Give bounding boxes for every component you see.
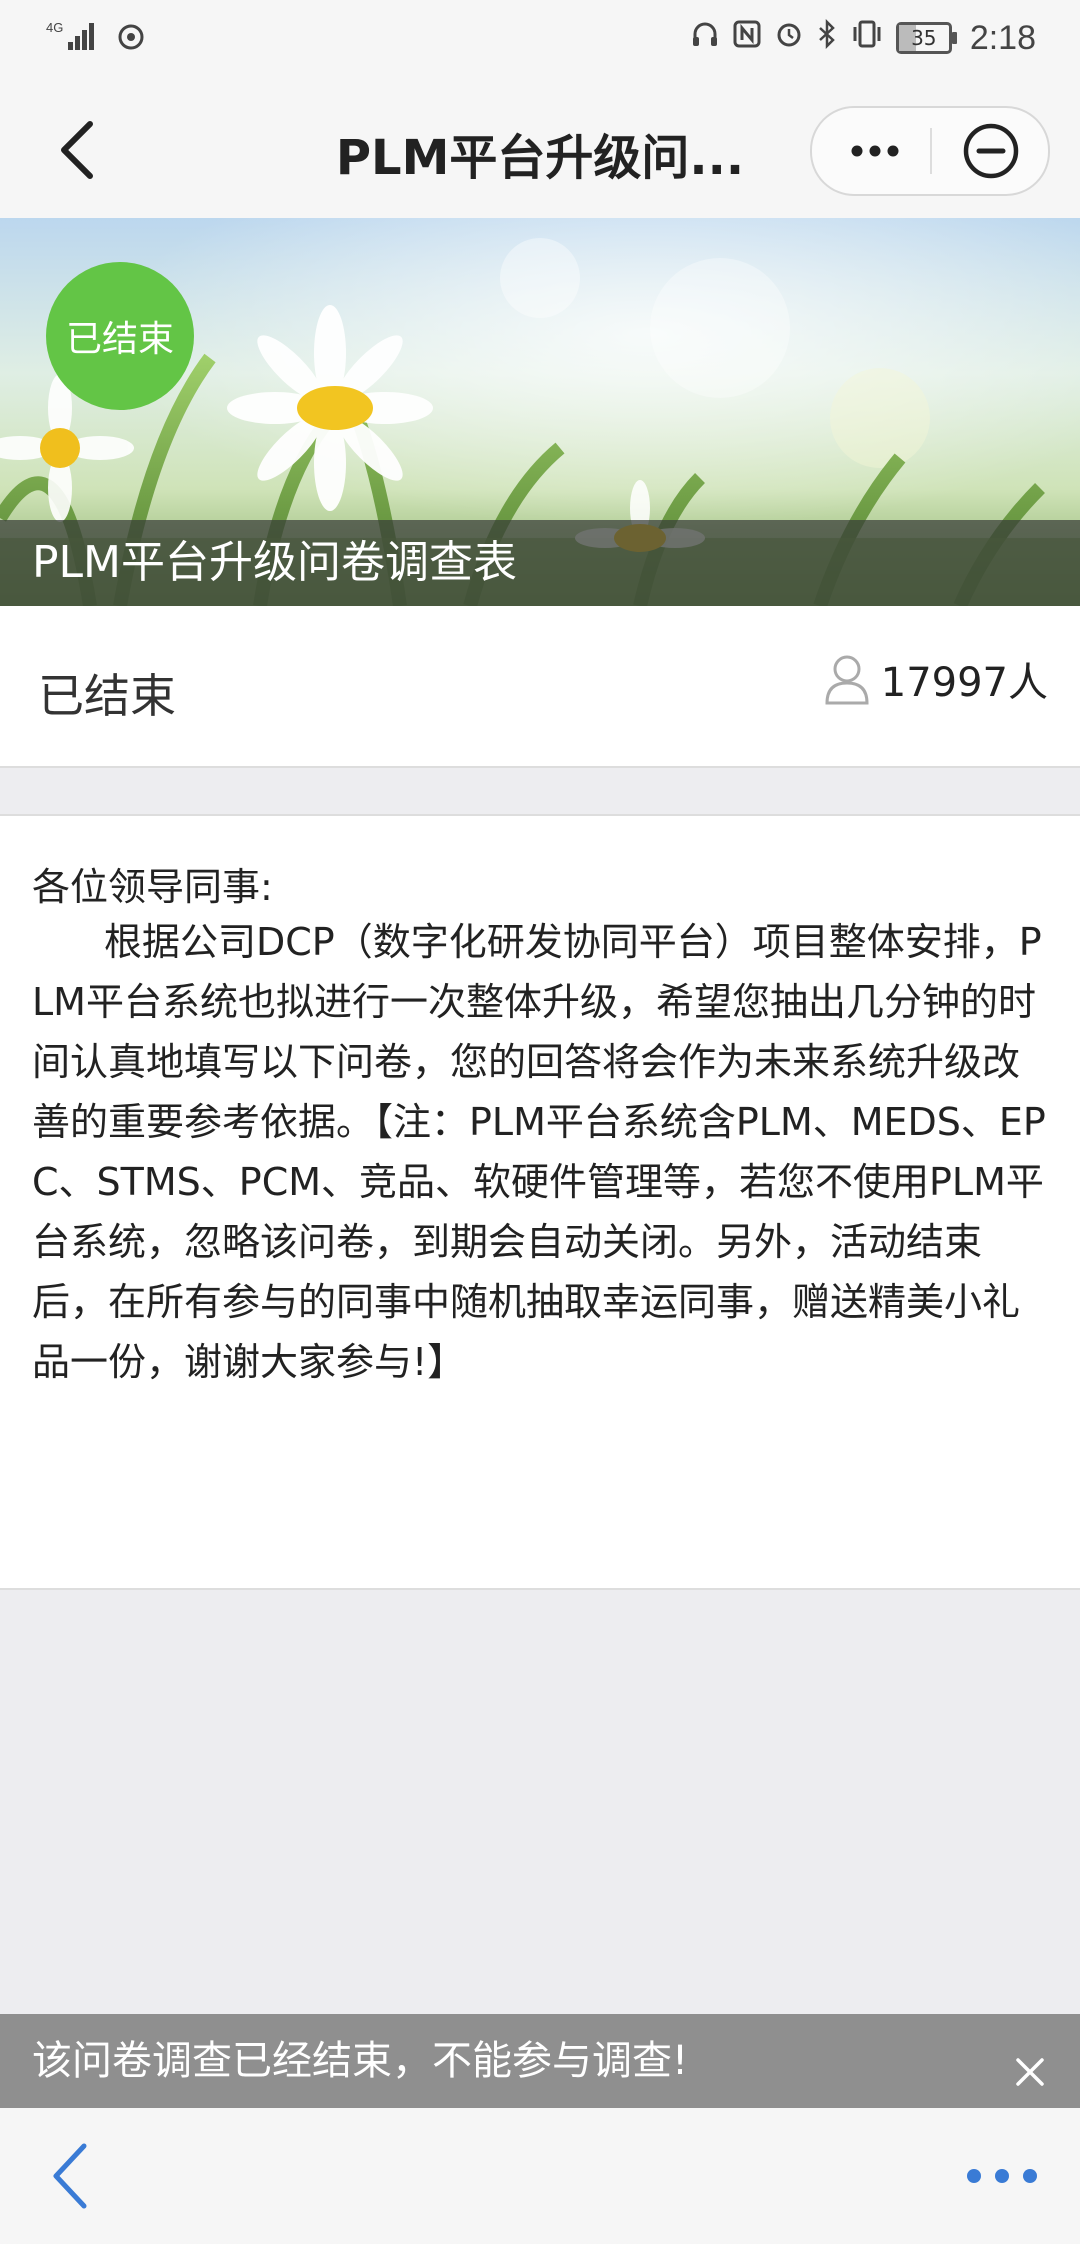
survey-ended-toast: 该问卷调查已经结束，不能参与调查! — [0, 2014, 1080, 2108]
more-dots-icon — [851, 145, 899, 157]
bottom-toolbar — [0, 2108, 1080, 2244]
bottom-more-button[interactable] — [960, 2158, 1044, 2194]
navigation-header: PLM平台升级问... — [0, 82, 1080, 219]
toast-close-button[interactable] — [1006, 2036, 1054, 2086]
minus-circle-icon — [963, 123, 1019, 179]
participant-count: 17997人 — [823, 650, 1048, 708]
close-icon — [1016, 2058, 1044, 2086]
close-mini-program-button[interactable] — [962, 122, 1020, 180]
headphones-icon — [690, 18, 720, 58]
chevron-left-icon — [61, 121, 93, 179]
page-title: PLM平台升级问... — [335, 130, 745, 186]
more-dots-icon — [967, 2169, 1037, 2183]
person-icon — [825, 655, 869, 705]
description-body: 根据公司DCP（数字化研发协同平台）项目整体安排，PLM平台系统也拟进行一次整体… — [32, 920, 1046, 1384]
participant-count-value: 17997人 — [880, 660, 1048, 706]
toast-message: 该问卷调查已经结束，不能参与调查! — [32, 2038, 689, 2084]
description-greeting: 各位领导同事: — [32, 865, 273, 909]
bottom-back-button[interactable] — [44, 2136, 104, 2216]
survey-info-row: 已结束 17997人 — [0, 606, 1080, 768]
status-right: 35 2:18 — [690, 18, 1036, 58]
chevron-left-icon — [53, 2143, 87, 2209]
capsule-divider — [930, 128, 932, 174]
mini-program-capsule — [810, 106, 1050, 196]
more-button[interactable] — [832, 118, 918, 184]
signal-icon: 4G — [46, 18, 102, 63]
status-bar: 4G 35 2:18 — [0, 0, 1080, 82]
survey-status-text: 已结束 — [38, 669, 176, 723]
nfc-icon — [732, 18, 762, 58]
alarm-icon — [774, 18, 804, 58]
survey-title: PLM平台升级问卷调查表 — [0, 520, 1080, 606]
status-time: 2:18 — [969, 18, 1036, 57]
survey-banner: 已结束 PLM平台升级问卷调查表 — [0, 218, 1080, 606]
back-button[interactable] — [48, 110, 118, 190]
hotspot-icon — [116, 21, 146, 61]
bluetooth-icon — [816, 18, 838, 58]
battery-icon: 35 — [895, 22, 957, 54]
survey-description: 各位领导同事: 根据公司DCP（数字化研发协同平台）项目整体安排，PLM平台系统… — [0, 814, 1080, 1590]
svg-text:4G: 4G — [46, 20, 63, 35]
vibrate-icon — [850, 18, 884, 58]
status-left: 4G — [46, 18, 146, 63]
ended-status-badge: 已结束 — [46, 262, 194, 410]
